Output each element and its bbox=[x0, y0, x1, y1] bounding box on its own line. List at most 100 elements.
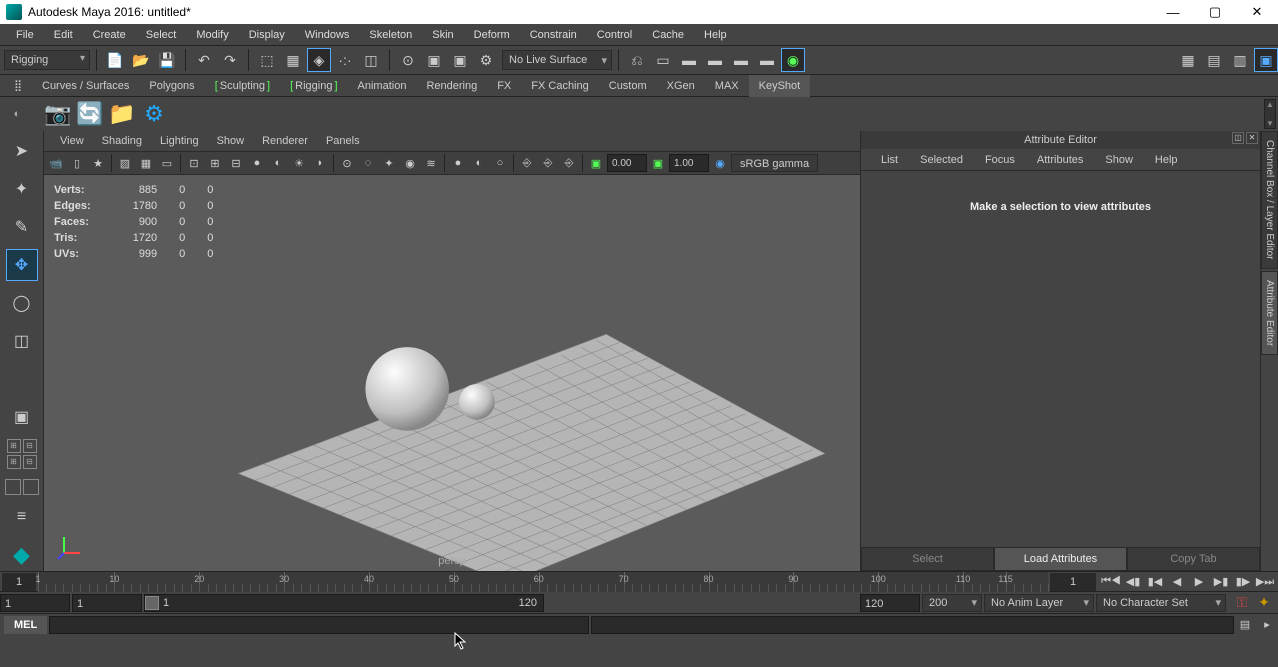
command-input[interactable] bbox=[49, 616, 589, 634]
grid-toggle-icon[interactable]: ▦ bbox=[136, 153, 156, 173]
vp-menu-view[interactable]: View bbox=[52, 131, 92, 151]
shelf-icon-2[interactable]: 🔄 bbox=[74, 99, 106, 129]
layout2-button[interactable]: ▬ bbox=[703, 48, 727, 72]
anim-start-field[interactable]: 1 bbox=[0, 594, 70, 612]
shaded-icon[interactable]: ● bbox=[247, 153, 267, 173]
load-attributes-button[interactable]: Load Attributes bbox=[994, 547, 1127, 571]
xray-joints-icon[interactable]: ✦ bbox=[379, 153, 399, 173]
step-forward-key-button[interactable]: ▮▶ bbox=[1232, 573, 1254, 591]
vp-menu-panels[interactable]: Panels bbox=[318, 131, 368, 151]
rotate-tool[interactable]: ◯ bbox=[6, 287, 38, 319]
attributeeditor-toggle-button[interactable]: ▣ bbox=[1254, 48, 1278, 72]
panel-close-icon[interactable]: ✕ bbox=[1246, 132, 1258, 144]
goto-start-button[interactable]: ⏮◀ bbox=[1100, 573, 1122, 591]
color-space-combo[interactable]: sRGB gamma bbox=[731, 154, 818, 172]
new-scene-button[interactable]: 📄 bbox=[103, 48, 127, 72]
clip-plane-icon[interactable]: ⎆ bbox=[517, 153, 537, 173]
menu-help[interactable]: Help bbox=[694, 24, 737, 46]
shelf-tab-rigging[interactable]: Rigging bbox=[280, 75, 347, 97]
copy-tab-button[interactable]: Copy Tab bbox=[1127, 547, 1260, 571]
shelf-icon-1[interactable]: 📷 bbox=[42, 99, 74, 129]
shelf-options[interactable]: ◐ bbox=[4, 97, 30, 131]
anim-layer-combo[interactable]: No Anim Layer bbox=[984, 594, 1094, 612]
layout-split[interactable] bbox=[23, 479, 39, 495]
select-button[interactable]: Select bbox=[861, 547, 994, 571]
channel-box-tab[interactable]: Channel Box / Layer Editor bbox=[1261, 131, 1278, 269]
vp-menu-renderer[interactable]: Renderer bbox=[254, 131, 316, 151]
shelf-tab-fx[interactable]: FX bbox=[487, 75, 521, 97]
film-gate-icon[interactable]: ▭ bbox=[157, 153, 177, 173]
select-tool-button[interactable]: ⬚ bbox=[255, 48, 279, 72]
menu-modify[interactable]: Modify bbox=[186, 24, 238, 46]
prefs-icon[interactable]: ✦ bbox=[1254, 593, 1274, 613]
shelf-tab-fx-caching[interactable]: FX Caching bbox=[521, 75, 598, 97]
snap-point-button[interactable]: ·:· bbox=[333, 48, 357, 72]
exposure-field[interactable]: 0.00 bbox=[607, 154, 647, 172]
shelf-scroll[interactable]: ▲▼ bbox=[1264, 99, 1276, 129]
range-slider[interactable]: 1 120 bbox=[144, 594, 544, 612]
attribute-editor-tab[interactable]: Attribute Editor bbox=[1261, 271, 1278, 355]
step-back-button[interactable]: ▮◀ bbox=[1144, 573, 1166, 591]
help-line-button[interactable]: ▸ bbox=[1256, 616, 1278, 634]
redo-button[interactable]: ↷ bbox=[218, 48, 242, 72]
outliner-toggle[interactable]: ≡ bbox=[6, 501, 38, 533]
live-surface-combo[interactable]: No Live Surface bbox=[502, 50, 612, 70]
vp-menu-shading[interactable]: Shading bbox=[94, 131, 150, 151]
default-material-icon[interactable]: ● bbox=[448, 153, 468, 173]
menu-display[interactable]: Display bbox=[239, 24, 295, 46]
time-slider[interactable]: 1 1102030405060708090100110115 1 ⏮◀ ◀▮ ▮… bbox=[0, 571, 1278, 591]
paint-select-tool[interactable]: ✎ bbox=[6, 211, 38, 243]
attr-menu-attributes[interactable]: Attributes bbox=[1027, 149, 1093, 171]
menu-deform[interactable]: Deform bbox=[464, 24, 520, 46]
shelf-handle[interactable]: ⣿ bbox=[4, 75, 32, 97]
snap-plane-button[interactable]: ◫ bbox=[359, 48, 383, 72]
layout5-button[interactable]: ◉ bbox=[781, 48, 805, 72]
attr-menu-list[interactable]: List bbox=[871, 149, 908, 171]
shelf-tab-rendering[interactable]: Rendering bbox=[416, 75, 487, 97]
attr-menu-help[interactable]: Help bbox=[1145, 149, 1188, 171]
shelf-tab-curves-surfaces[interactable]: Curves / Surfaces bbox=[32, 75, 139, 97]
vp-menu-show[interactable]: Show bbox=[209, 131, 253, 151]
save-scene-button[interactable]: 💾 bbox=[155, 48, 179, 72]
playback-end-field[interactable]: 120 bbox=[860, 594, 920, 612]
panel-undock-icon[interactable]: ◫ bbox=[1232, 132, 1244, 144]
ao-icon[interactable]: ◉ bbox=[400, 153, 420, 173]
wireframe-icon[interactable]: ⊟ bbox=[226, 153, 246, 173]
shelf-tab-keyshot[interactable]: KeyShot bbox=[749, 75, 811, 97]
menu-cache[interactable]: Cache bbox=[642, 24, 694, 46]
current-frame-box-right[interactable]: 1 bbox=[1050, 573, 1096, 591]
close-button[interactable]: ✕ bbox=[1236, 0, 1278, 24]
color-mgmt-icon[interactable]: ◉ bbox=[710, 153, 730, 173]
layout-quad-buttons[interactable]: ⊞⊟⊞⊟ bbox=[7, 439, 37, 469]
minimize-button[interactable]: — bbox=[1152, 0, 1194, 24]
hardware-tex-icon[interactable]: ◐ bbox=[469, 153, 489, 173]
layout-single[interactable] bbox=[5, 479, 21, 495]
shelf-tab-xgen[interactable]: XGen bbox=[657, 75, 705, 97]
layout4-button[interactable]: ▬ bbox=[755, 48, 779, 72]
gamma-icon[interactable]: ▣ bbox=[648, 153, 668, 173]
sets-button[interactable]: ▭ bbox=[651, 48, 675, 72]
character-set-combo[interactable]: No Character Set bbox=[1096, 594, 1226, 612]
last-tool[interactable]: ▣ bbox=[6, 401, 38, 433]
shelf-icon-gear[interactable]: ⚙ bbox=[138, 99, 170, 129]
sym-button[interactable]: ⎌ bbox=[625, 48, 649, 72]
workspace-combo[interactable]: Rigging bbox=[4, 50, 90, 70]
shelf-icon-3[interactable]: 📁 bbox=[106, 99, 138, 129]
textured-icon[interactable]: ◐ bbox=[268, 153, 288, 173]
shelf-tab-max[interactable]: MAX bbox=[705, 75, 749, 97]
scale-tool[interactable]: ◫ bbox=[6, 325, 38, 357]
snap-curve-button[interactable]: ◈ bbox=[307, 48, 331, 72]
layereditor-button[interactable]: ▥ bbox=[1228, 48, 1252, 72]
clip-plane3-icon[interactable]: ⎆ bbox=[559, 153, 579, 173]
range-thumb[interactable] bbox=[145, 596, 159, 610]
playback-start-field[interactable]: 1 bbox=[72, 594, 142, 612]
current-frame-box-left[interactable]: 1 bbox=[2, 573, 36, 591]
lasso-tool[interactable]: ✦ bbox=[6, 173, 38, 205]
menu-edit[interactable]: Edit bbox=[44, 24, 83, 46]
gamma-field[interactable]: 1.00 bbox=[669, 154, 709, 172]
menu-file[interactable]: File bbox=[6, 24, 44, 46]
shadows-icon[interactable]: ◗ bbox=[310, 153, 330, 173]
menu-control[interactable]: Control bbox=[587, 24, 642, 46]
toolbox-button[interactable]: ▦ bbox=[1176, 48, 1200, 72]
attr-menu-focus[interactable]: Focus bbox=[975, 149, 1025, 171]
